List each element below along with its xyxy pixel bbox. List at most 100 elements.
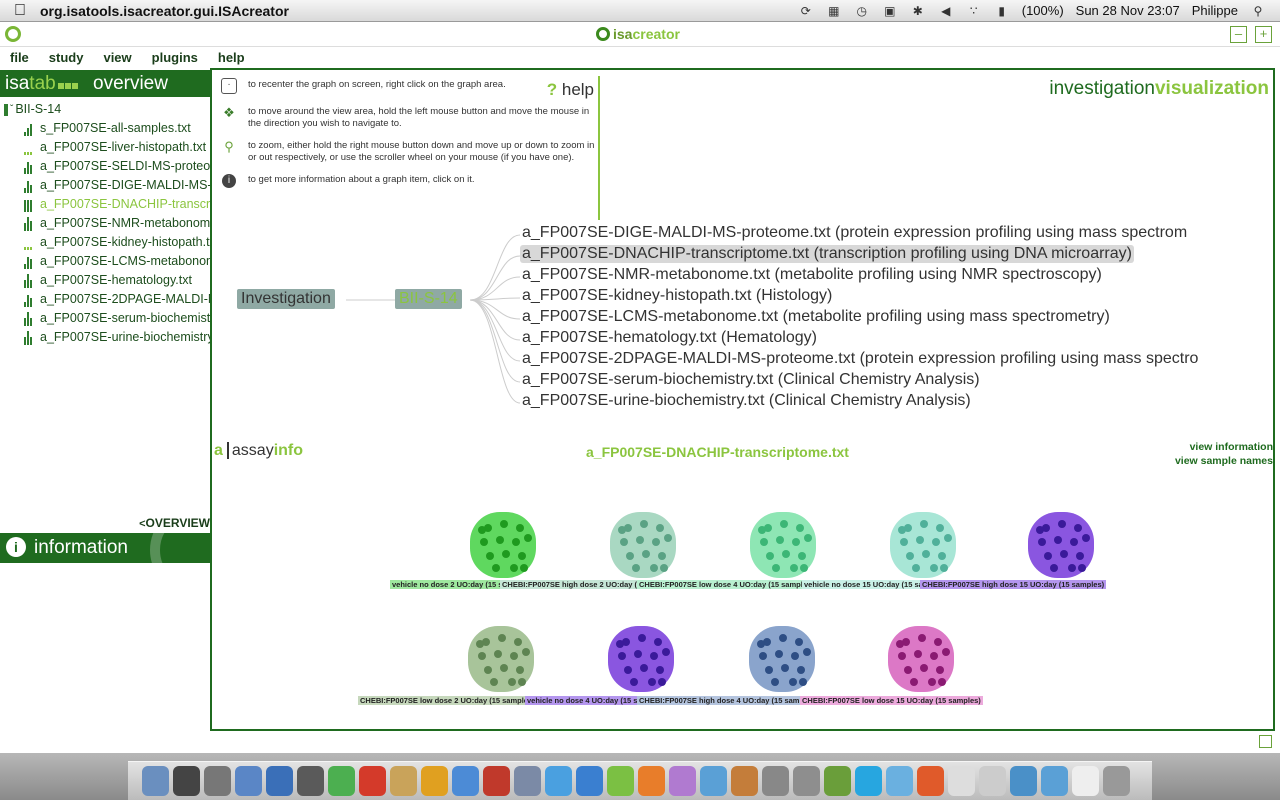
tree-file-item[interactable]: s_FP007SE-all-samples.txt — [0, 119, 210, 138]
wifi-icon[interactable]: ∵ — [966, 4, 982, 18]
sample-group-circle[interactable] — [1028, 512, 1094, 578]
dock-app-icon[interactable] — [576, 766, 603, 796]
tree-file-item[interactable]: a_FP007SE-liver-histopath.txt — [0, 138, 210, 157]
dock-app-icon[interactable] — [1103, 766, 1130, 796]
dock-app-icon[interactable] — [979, 766, 1006, 796]
sample-group-circle[interactable] — [608, 626, 674, 692]
sample-dot — [798, 552, 806, 560]
sample-group-circle[interactable] — [468, 626, 534, 692]
investigation-graph[interactable]: Investigation BII-S-14 a_FP007SE-DIGE-MA… — [212, 220, 1273, 420]
sample-dot — [480, 538, 488, 546]
dock-app-icon[interactable] — [793, 766, 820, 796]
view-information-link[interactable]: view information — [1175, 440, 1273, 454]
graph-node-assay[interactable]: a_FP007SE-NMR-metabonome.txt (metabolite… — [520, 266, 1104, 284]
dock-app-icon[interactable] — [483, 766, 510, 796]
dock-app-icon[interactable] — [235, 766, 262, 796]
sync-icon[interactable]: ⟳ — [798, 4, 814, 18]
dock-app-icon[interactable] — [204, 766, 231, 796]
graph-node-assay[interactable]: a_FP007SE-DIGE-MALDI-MS-proteome.txt (pr… — [520, 224, 1189, 242]
sample-dot — [922, 550, 930, 558]
sample-group-circle[interactable] — [750, 512, 816, 578]
menu-file[interactable]: file — [0, 47, 39, 68]
sample-dot — [616, 640, 624, 648]
dock-app-icon[interactable] — [700, 766, 727, 796]
dock-app-icon[interactable] — [142, 766, 169, 796]
display-icon[interactable]: ▣ — [882, 4, 898, 18]
tree-file-item[interactable]: a_FP007SE-2DPAGE-MALDI-MS-proteome.txt — [0, 290, 210, 309]
menu-view[interactable]: view — [93, 47, 141, 68]
bluetooth-icon[interactable]: ✱ — [910, 4, 926, 18]
menu-plugins[interactable]: plugins — [142, 47, 208, 68]
graph-node-assay[interactable]: a_FP007SE-2DPAGE-MALDI-MS-proteome.txt (… — [520, 350, 1200, 368]
dock-app-icon[interactable] — [607, 766, 634, 796]
tree-file-item[interactable]: a_FP007SE-hematology.txt — [0, 271, 210, 290]
tree-file-item[interactable]: a_FP007SE-urine-biochemistry.txt — [0, 328, 210, 347]
overview-link[interactable]: <OVERVIEW — [139, 516, 210, 530]
tree-root[interactable]: ˇ BII-S-14 — [0, 100, 210, 119]
time-machine-icon[interactable]: ◷ — [854, 4, 870, 18]
dock-app-icon[interactable] — [762, 766, 789, 796]
clock[interactable]: Sun 28 Nov 23:07 — [1076, 3, 1180, 18]
graph-node-investigation[interactable]: Investigation — [237, 289, 335, 309]
dock-app-icon[interactable] — [917, 766, 944, 796]
dock-app-icon[interactable] — [452, 766, 479, 796]
dock-app-icon[interactable] — [1010, 766, 1037, 796]
dock-app-icon[interactable] — [545, 766, 572, 796]
user-name[interactable]: Philippe — [1192, 3, 1238, 18]
sample-dot — [1082, 534, 1090, 542]
dock-app-icon[interactable] — [731, 766, 758, 796]
menu-help[interactable]: help — [208, 47, 255, 68]
dock-app-icon[interactable] — [266, 766, 293, 796]
sample-group-circle[interactable] — [470, 512, 536, 578]
dock-app-icon[interactable] — [855, 766, 882, 796]
spaces-icon[interactable]: ▦ — [826, 4, 842, 18]
dock-app-icon[interactable] — [669, 766, 696, 796]
sample-dot — [938, 552, 946, 560]
app-name[interactable]: org.isatools.isacreator.gui.ISAcreator — [40, 3, 289, 19]
graph-node-study[interactable]: BII-S-14 — [395, 289, 462, 309]
dock-app-icon[interactable] — [421, 766, 448, 796]
tree-file-item[interactable]: a_FP007SE-serum-biochemistry.txt — [0, 309, 210, 328]
dock-app-icon[interactable] — [1072, 766, 1099, 796]
apple-menu-icon[interactable]:  — [0, 2, 40, 20]
graph-node-assay[interactable]: a_FP007SE-LCMS-metabonome.txt (metabolit… — [520, 308, 1112, 326]
graph-node-assay[interactable]: a_FP007SE-serum-biochemistry.txt (Clinic… — [520, 371, 982, 389]
dock-app-icon[interactable] — [1041, 766, 1068, 796]
dock-app-icon[interactable] — [824, 766, 851, 796]
tree-file-item[interactable]: a_FP007SE-LCMS-metabonome.txt — [0, 252, 210, 271]
minimize-button[interactable]: – — [1230, 26, 1247, 43]
dock-app-icon[interactable] — [886, 766, 913, 796]
maximize-button[interactable]: + — [1255, 26, 1272, 43]
sample-dot — [920, 664, 928, 672]
view-sample-names-link[interactable]: view sample names — [1175, 454, 1273, 468]
chevron-down-icon[interactable]: ˇ — [10, 100, 13, 119]
sample-group-circle[interactable] — [610, 512, 676, 578]
battery-icon[interactable]: ▮ — [994, 4, 1010, 18]
dock-app-icon[interactable] — [297, 766, 324, 796]
sample-group-circle[interactable] — [888, 626, 954, 692]
sample-dot — [1058, 520, 1066, 528]
sample-group-circle[interactable] — [749, 626, 815, 692]
tree-file-item[interactable]: a_FP007SE-kidney-histopath.txt — [0, 233, 210, 252]
dock-app-icon[interactable] — [638, 766, 665, 796]
resize-grip-icon[interactable] — [1259, 735, 1272, 748]
dock-app-icon[interactable] — [173, 766, 200, 796]
dock-app-icon[interactable] — [328, 766, 355, 796]
sample-group-circle[interactable] — [890, 512, 956, 578]
tree-file-item[interactable]: a_FP007SE-DNACHIP-transcriptome.txt — [0, 195, 210, 214]
graph-node-assay[interactable]: a_FP007SE-kidney-histopath.txt (Histolog… — [520, 287, 834, 305]
sample-dot — [654, 638, 662, 646]
dock-app-icon[interactable] — [514, 766, 541, 796]
dock-app-icon[interactable] — [359, 766, 386, 796]
volume-icon[interactable]: ◀ — [938, 4, 954, 18]
tree-file-item[interactable]: a_FP007SE-DIGE-MALDI-MS-proteome.txt — [0, 176, 210, 195]
graph-node-assay[interactable]: a_FP007SE-urine-biochemistry.txt (Clinic… — [520, 392, 973, 410]
graph-node-assay[interactable]: a_FP007SE-DNACHIP-transcriptome.txt (tra… — [520, 245, 1134, 263]
tree-file-item[interactable]: a_FP007SE-SELDI-MS-proteome.txt — [0, 157, 210, 176]
spotlight-search-icon[interactable]: ⚲ — [1250, 4, 1266, 18]
dock-app-icon[interactable] — [390, 766, 417, 796]
menu-study[interactable]: study — [39, 47, 94, 68]
tree-file-item[interactable]: a_FP007SE-NMR-metabonome.txt — [0, 214, 210, 233]
graph-node-assay[interactable]: a_FP007SE-hematology.txt (Hematology) — [520, 329, 819, 347]
dock-app-icon[interactable] — [948, 766, 975, 796]
